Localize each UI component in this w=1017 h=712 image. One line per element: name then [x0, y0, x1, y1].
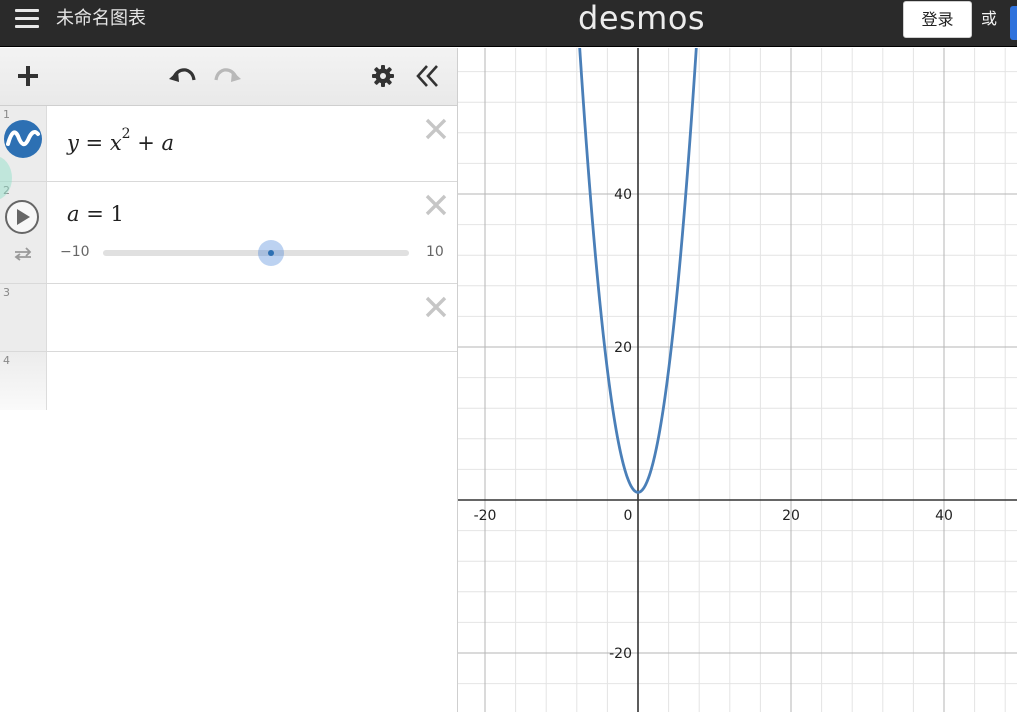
expression-gutter: 2	[0, 182, 47, 283]
math-equals: =	[78, 131, 110, 155]
play-icon[interactable]	[4, 199, 40, 235]
math-base: x	[109, 131, 122, 155]
math-exponent: 2	[121, 126, 131, 142]
expression-math[interactable]: y = x2 + a	[67, 126, 175, 155]
close-icon[interactable]	[424, 295, 448, 319]
or-text: 或	[981, 9, 998, 28]
slider-max-label[interactable]: 10	[426, 244, 444, 260]
major-grid	[458, 48, 1017, 712]
y-axis-labels: 40 20 -20	[609, 187, 632, 662]
signup-button[interactable]	[1010, 6, 1017, 40]
expression-toolbar	[0, 48, 457, 106]
row-number: 3	[3, 286, 10, 299]
minor-grid	[458, 48, 1017, 712]
undo-icon[interactable]	[166, 62, 198, 90]
slider-track[interactable]	[103, 240, 409, 266]
axes	[458, 48, 1017, 712]
expression-panel: 1 y = x2 + a 2 a = 1 −10 10 3 4	[0, 48, 458, 712]
y-tick-label: 20	[614, 340, 632, 356]
x-tick-label: 20	[782, 508, 800, 524]
row-number: 4	[3, 354, 10, 367]
slider-equals: =	[79, 202, 111, 226]
login-button[interactable]: 登录	[903, 1, 972, 38]
graph-canvas[interactable]: -20 0 20 40 40 20 -20	[458, 48, 1017, 712]
slider-expression-math[interactable]: a = 1	[67, 202, 124, 226]
expression-gutter: 3	[0, 284, 47, 351]
slider-value: 1	[110, 202, 124, 226]
hamburger-icon[interactable]	[15, 9, 39, 29]
top-bar: 未命名图表 desmos 登录 或	[0, 0, 1017, 47]
plus-icon[interactable]	[14, 62, 42, 90]
graph-title[interactable]: 未命名图表	[56, 8, 146, 30]
redo-icon[interactable]	[212, 62, 244, 90]
expression-row[interactable]: 1 y = x2 + a	[0, 106, 457, 182]
slider-thumb[interactable]	[258, 240, 285, 266]
slider-min-label[interactable]: −10	[60, 244, 90, 260]
gear-icon[interactable]	[369, 62, 397, 90]
double-chevron-left-icon[interactable]	[413, 62, 443, 90]
y-tick-label: 40	[614, 187, 632, 203]
graph-paper[interactable]: -20 0 20 40 40 20 -20	[458, 48, 1017, 712]
curve-color-icon[interactable]	[4, 120, 42, 158]
math-lhs: y	[67, 131, 79, 155]
expression-row[interactable]: 3	[0, 284, 457, 352]
x-tick-label: 40	[935, 508, 953, 524]
math-operator: +	[130, 131, 162, 155]
close-icon[interactable]	[424, 117, 448, 141]
row-number: 1	[3, 108, 10, 121]
desmos-logo: desmos	[578, 0, 706, 37]
close-icon[interactable]	[424, 193, 448, 217]
expression-gutter: 4	[0, 352, 47, 410]
x-tick-label: -20	[474, 508, 497, 524]
x-tick-label: 0	[624, 508, 633, 524]
new-expression-row[interactable]: 4	[0, 352, 457, 410]
loop-icon[interactable]	[12, 245, 34, 263]
expression-row[interactable]: 2 a = 1 −10 10	[0, 182, 457, 284]
slider-variable: a	[67, 202, 80, 226]
math-rhs: a	[161, 131, 175, 155]
x-axis-labels: -20 0 20 40	[474, 508, 953, 524]
y-tick-label: -20	[609, 646, 632, 662]
